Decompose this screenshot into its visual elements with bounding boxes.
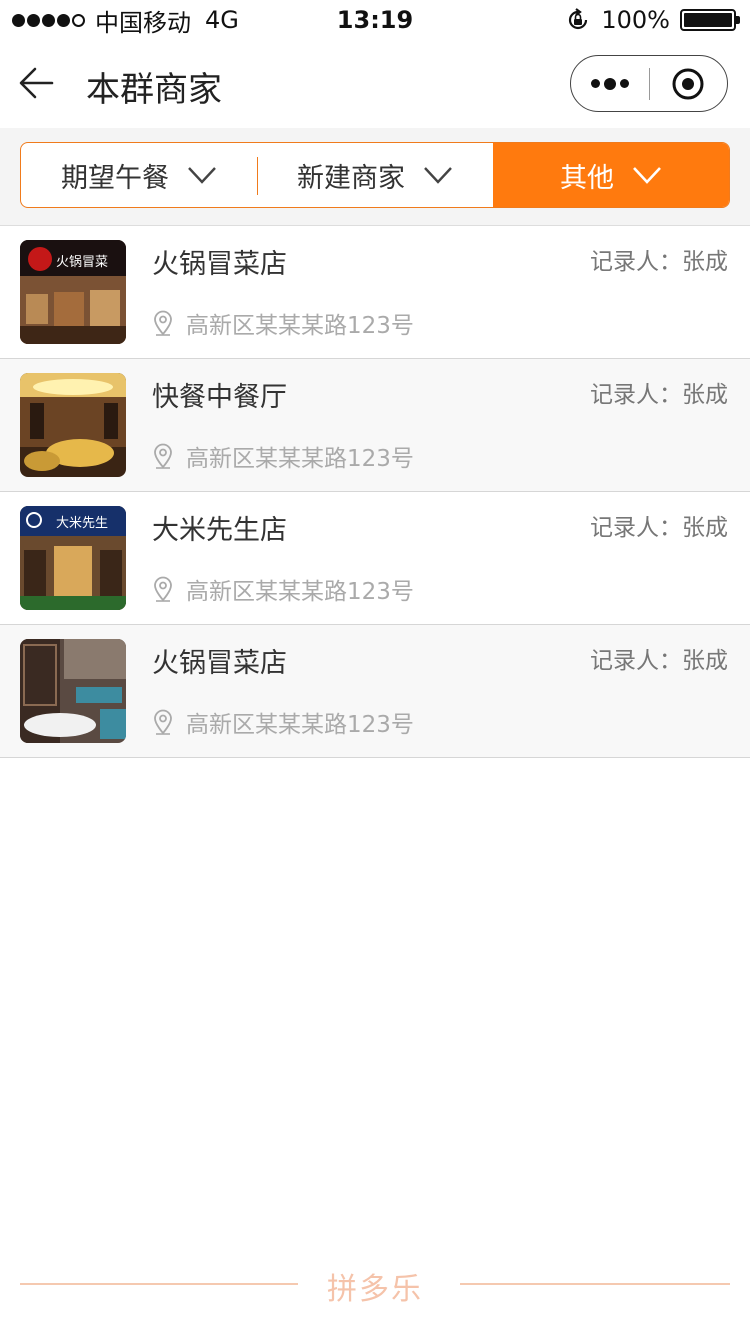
more-dots-icon[interactable] [571, 56, 649, 111]
back-arrow-icon[interactable] [18, 64, 56, 102]
merchant-address: 高新区某某某路123号 [152, 572, 414, 606]
shop-sign-text: 火锅冒菜 [56, 254, 108, 270]
list-item[interactable]: 火锅冒菜店 记录人：张成 高新区某某某路123号 [0, 625, 750, 758]
merchant-address: 高新区某某某路123号 [152, 439, 414, 473]
battery-icon [680, 9, 740, 31]
shop-sign-text: 大米先生 [56, 516, 108, 531]
merchant-thumbnail: 大米先生 [20, 506, 126, 610]
chevron-down-icon [188, 167, 216, 184]
merchant-name: 火锅冒菜店 [152, 249, 287, 280]
location-pin-icon [154, 576, 172, 602]
nav-bar: 本群商家 [0, 40, 750, 128]
location-pin-icon [154, 443, 172, 469]
filter-area: 期望午餐 新建商家 其他 [0, 128, 750, 225]
merchant-thumbnail: 火锅冒菜 [20, 240, 126, 344]
page-title: 本群商家 [86, 70, 222, 110]
merchant-address: 高新区某某某路123号 [152, 306, 414, 340]
list-item[interactable]: 火锅冒菜 火锅冒菜店 记录人：张成 高新区某某某路123号 [0, 226, 750, 359]
battery-percent: 100% [601, 6, 670, 34]
merchant-thumbnail [20, 373, 126, 477]
merchant-name: 火锅冒菜店 [152, 648, 287, 679]
tab-new-merchant[interactable]: 新建商家 [257, 143, 493, 207]
tab-label: 其他 [560, 162, 614, 194]
status-right: 100% [565, 6, 740, 34]
address-text: 高新区某某某路123号 [186, 712, 414, 738]
address-text: 高新区某某某路123号 [186, 313, 414, 339]
merchant-list: 火锅冒菜 火锅冒菜店 记录人：张成 高新区某某某路123号 快餐中餐厅 记录人：… [0, 225, 750, 758]
rotation-lock-icon [569, 8, 588, 30]
footer-brand: 拼多乐 [0, 1258, 750, 1308]
mini-program-capsule [570, 55, 728, 112]
location-pin-icon [154, 310, 172, 336]
merchant-recorder: 记录人：张成 [590, 648, 728, 674]
filter-tabs: 期望午餐 新建商家 其他 [20, 142, 730, 208]
target-circle-icon[interactable] [650, 56, 728, 111]
chevron-down-icon [424, 167, 452, 184]
merchant-name: 快餐中餐厅 [152, 382, 287, 413]
footer-divider-right [460, 1283, 730, 1285]
status-bar: 中国移动 4G 13:19 100% [0, 0, 750, 40]
list-item[interactable]: 大米先生 大米先生店 记录人：张成 高新区某某某路123号 [0, 492, 750, 625]
tab-other[interactable]: 其他 [493, 143, 729, 207]
tab-lunch[interactable]: 期望午餐 [21, 143, 257, 207]
chevron-down-icon [633, 167, 661, 184]
merchant-recorder: 记录人：张成 [590, 515, 728, 541]
merchant-recorder: 记录人：张成 [590, 249, 728, 275]
tab-label: 新建商家 [297, 162, 405, 194]
merchant-thumbnail [20, 639, 126, 743]
tab-label: 期望午餐 [61, 162, 169, 194]
footer-brand-text: 拼多乐 [327, 1272, 423, 1307]
list-item[interactable]: 快餐中餐厅 记录人：张成 高新区某某某路123号 [0, 359, 750, 492]
merchant-name: 大米先生店 [152, 515, 287, 546]
address-text: 高新区某某某路123号 [186, 446, 414, 472]
address-text: 高新区某某某路123号 [186, 579, 414, 605]
merchant-address: 高新区某某某路123号 [152, 705, 414, 739]
location-pin-icon [154, 709, 172, 735]
merchant-recorder: 记录人：张成 [590, 382, 728, 408]
